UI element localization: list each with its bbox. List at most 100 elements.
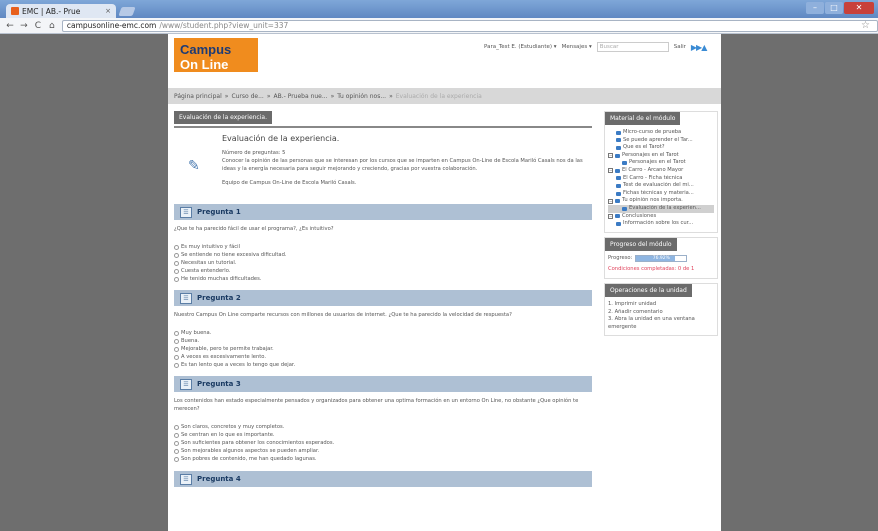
nav-arrows-icon[interactable]: ▶▶▲: [691, 43, 708, 52]
progress-label: Progreso:: [608, 254, 633, 261]
main-content: Evaluación de la experiencia. ✎ Evaluaci…: [174, 111, 592, 487]
tree-item[interactable]: Personajes en el Tarot: [608, 159, 714, 167]
user-bar: Para_Test E. (Estudiante) ▾ Mensajes ▾ B…: [484, 42, 708, 52]
tree-item[interactable]: − Tu opinión nos importa.: [608, 197, 714, 205]
favicon-icon: [11, 7, 19, 15]
campus-logo[interactable]: Campus On Line de la Escola Mariló Casal…: [174, 38, 258, 87]
radio-icon[interactable]: [174, 448, 179, 454]
radio-icon[interactable]: [174, 346, 179, 352]
tree-item[interactable]: Test de evaluación del mi...: [608, 182, 714, 190]
radio-icon[interactable]: [174, 424, 179, 430]
collapse-toggle-icon[interactable]: −: [608, 168, 613, 174]
home-button[interactable]: ⌂: [48, 21, 56, 31]
search-input[interactable]: Buscar: [596, 42, 669, 52]
progress-percent: 76.92%: [652, 256, 670, 262]
option-radio[interactable]: Muy buena.: [174, 329, 592, 337]
bookmark-star-icon[interactable]: ☆: [861, 20, 870, 31]
logout-link[interactable]: Salir: [674, 44, 686, 50]
operation-popup[interactable]: 3. Abra la unidad en una ventana emergen…: [608, 316, 714, 331]
user-menu[interactable]: Para_Test E. (Estudiante) ▾: [484, 44, 557, 50]
option-label: Son claros, concretos y muy completos.: [181, 424, 285, 430]
maximize-button[interactable]: □: [825, 2, 843, 14]
logo-text-campus: Campus: [180, 42, 232, 57]
radio-icon[interactable]: [174, 338, 179, 344]
option-radio[interactable]: Buena.: [174, 337, 592, 345]
logo-text-online: On Line: [180, 57, 229, 72]
radio-icon[interactable]: [174, 456, 179, 462]
page-icon: [616, 191, 621, 196]
tree-item[interactable]: Evaluación de la experien...: [608, 204, 714, 213]
messages-menu[interactable]: Mensajes ▾: [562, 44, 592, 50]
tree-item-label: Personajes en el Tarot: [629, 159, 686, 166]
tree-item[interactable]: − El Carro - Arcano Mayor: [608, 167, 714, 175]
material-title: Material de el módulo: [605, 112, 681, 125]
tree-item[interactable]: Se puede aprender el Tar...: [608, 137, 714, 145]
option-radio[interactable]: Es tan lento que a veces lo tengo que de…: [174, 361, 592, 369]
breadcrumb-unit[interactable]: Tu opinión nos...: [337, 93, 386, 100]
num-questions: Número de preguntas: 5: [222, 150, 286, 156]
tree-item[interactable]: Micro-curso de prueba: [608, 129, 714, 137]
radio-icon[interactable]: [174, 354, 179, 360]
radio-icon[interactable]: [174, 276, 179, 282]
question-2: ☰ Pregunta 2 Nuestro Campus On Line comp…: [174, 290, 592, 369]
tree-item[interactable]: Información sobre los cur...: [608, 220, 714, 228]
breadcrumb-module[interactable]: AB.- Prueba nue...: [274, 93, 328, 100]
breadcrumb-current: Evaluación de la experiencia: [395, 92, 482, 100]
option-label: A veces es excesivamente lento.: [181, 354, 267, 360]
page-icon: [616, 130, 621, 135]
option-radio[interactable]: Cuesta entenderlo.: [174, 267, 592, 275]
question-icon: ☰: [180, 473, 192, 485]
collapse-toggle-icon[interactable]: −: [608, 213, 613, 219]
option-radio[interactable]: Son suficientes para obtener los conocim…: [174, 439, 592, 447]
tree-item[interactable]: − Conclusiones: [608, 213, 714, 221]
radio-icon[interactable]: [174, 252, 179, 258]
option-radio[interactable]: Se centran en lo que es importante.: [174, 431, 592, 439]
option-radio[interactable]: A veces es excesivamente lento.: [174, 353, 592, 361]
tree-item[interactable]: Que es el Tarot?: [608, 144, 714, 152]
minimize-button[interactable]: –: [806, 2, 824, 14]
radio-icon[interactable]: [174, 440, 179, 446]
close-window-button[interactable]: ✕: [844, 2, 874, 14]
reload-button[interactable]: C: [34, 21, 42, 31]
address-bar[interactable]: campusonline-emc.com/www/student.php?vie…: [61, 19, 878, 32]
window-titlebar: EMC | AB.- Prue × – □ ✕: [0, 0, 878, 18]
breadcrumb: Página principal » Curso de... » AB.- Pr…: [168, 88, 721, 104]
tree-item[interactable]: − Personajes en el Tarot: [608, 152, 714, 160]
back-button[interactable]: ←: [6, 21, 14, 31]
radio-icon[interactable]: [174, 268, 179, 274]
forward-button[interactable]: →: [20, 21, 28, 31]
question-options: Es muy intuitivo y fácil Se entiende no …: [174, 243, 592, 283]
question-icon: ☰: [180, 206, 192, 218]
option-radio[interactable]: He tenido muchas dificultades.: [174, 275, 592, 283]
radio-icon[interactable]: [174, 432, 179, 438]
option-radio[interactable]: Son pobres de contenido, me han quedado …: [174, 455, 592, 463]
tree-item-label: Personajes en el Tarot: [622, 151, 679, 158]
radio-icon[interactable]: [174, 362, 179, 368]
radio-icon[interactable]: [174, 330, 179, 336]
window-controls: – □ ✕: [806, 2, 874, 14]
browser-tab[interactable]: EMC | AB.- Prue ×: [6, 4, 116, 18]
option-radio[interactable]: Son mejorables algunos aspectos se puede…: [174, 447, 592, 455]
option-label: Cuesta entenderlo.: [181, 268, 231, 274]
option-radio[interactable]: Necesitas un tutorial.: [174, 259, 592, 267]
operation-comment[interactable]: 2. Añadir comentario: [608, 309, 714, 317]
new-tab-button[interactable]: [118, 7, 136, 16]
question-text: Nuestro Campus On Line comparte recursos…: [174, 312, 512, 318]
option-radio[interactable]: Se entiende no tiene excesiva dificultad…: [174, 251, 592, 259]
tree-item[interactable]: El Carro - Ficha técnica: [608, 175, 714, 183]
radio-icon[interactable]: [174, 260, 179, 266]
collapse-toggle-icon[interactable]: −: [608, 198, 613, 204]
operation-print[interactable]: 1. Imprimir unidad: [608, 301, 714, 309]
option-radio[interactable]: Son claros, concretos y muy completos.: [174, 423, 592, 431]
breadcrumb-home[interactable]: Página principal: [174, 93, 222, 100]
option-label: Es tan lento que a veces lo tengo que de…: [181, 362, 296, 368]
option-label: Son suficientes para obtener los conocim…: [181, 440, 335, 446]
option-radio[interactable]: Mejorable, pero te permite trabajar.: [174, 345, 592, 353]
collapse-toggle-icon[interactable]: −: [608, 153, 613, 159]
breadcrumb-course[interactable]: Curso de...: [231, 93, 263, 100]
radio-icon[interactable]: [174, 244, 179, 250]
progress-bar: 76.92%: [635, 255, 688, 263]
close-tab-icon[interactable]: ×: [105, 7, 111, 15]
option-radio[interactable]: Es muy intuitivo y fácil: [174, 243, 592, 251]
tree-item[interactable]: Fichas técnicas y materia...: [608, 190, 714, 198]
